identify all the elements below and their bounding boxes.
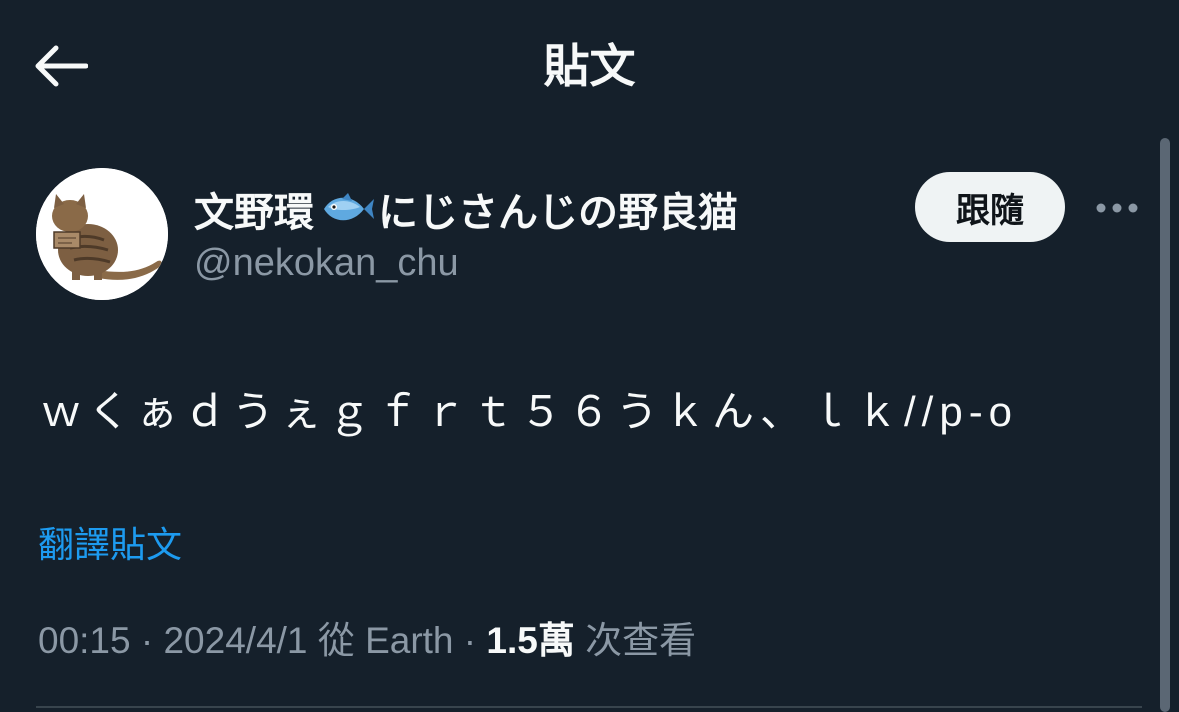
tweet-time[interactable]: 00:15 bbox=[38, 620, 131, 661]
divider bbox=[36, 706, 1142, 708]
tweet-text: ｗくぁｄうぇｇｆｒｔ５６うｋん、ｌｋ//p-o bbox=[40, 388, 1019, 435]
meta-separator: · bbox=[463, 620, 487, 661]
cat-avatar bbox=[36, 168, 168, 300]
tweet-source: 從 Earth bbox=[317, 620, 454, 661]
author-name-part2: にじさんじの野良猫 bbox=[378, 191, 738, 235]
meta-separator: · bbox=[140, 620, 164, 661]
author-handle[interactable]: @nekokan_chu bbox=[194, 238, 459, 288]
views-count: 1.5萬 bbox=[486, 620, 575, 661]
top-bar: 貼文 bbox=[0, 0, 1179, 130]
translate-post-link[interactable]: 翻譯貼文 bbox=[38, 520, 182, 570]
follow-button[interactable]: 跟隨 bbox=[915, 172, 1065, 242]
fish-icon bbox=[324, 193, 374, 221]
scrollbar[interactable] bbox=[1160, 138, 1170, 712]
tweet-date[interactable]: 2024/4/1 bbox=[163, 620, 307, 661]
page-title: 貼文 bbox=[543, 40, 636, 92]
views-label: 次查看 bbox=[585, 620, 697, 661]
avatar[interactable] bbox=[36, 168, 168, 300]
more-button[interactable] bbox=[1088, 186, 1146, 230]
tweet-meta: 00:15 · 2024/4/1 從 Earth · 1.5萬 次查看 bbox=[38, 614, 696, 668]
more-horizontal-icon bbox=[1096, 203, 1138, 213]
author-display-name[interactable]: 文野環 にじさんじの野良猫 bbox=[194, 180, 738, 238]
author-name-part1: 文野環 bbox=[194, 191, 314, 235]
